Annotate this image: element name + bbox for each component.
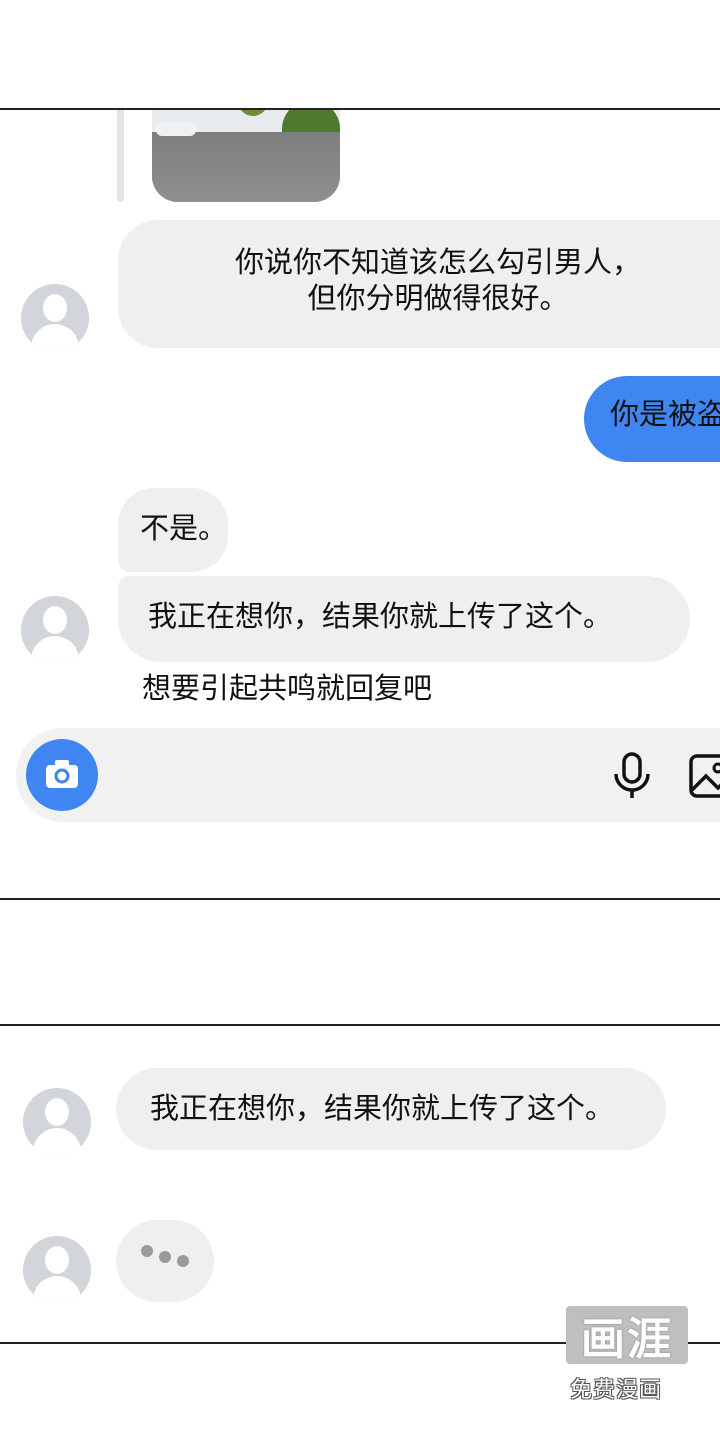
- message-text: 我正在想你，结果你就上传了这个。: [150, 1091, 615, 1125]
- microphone-icon: [614, 752, 650, 798]
- comic-panel-typing: 我正在想你，结果你就上传了这个。 •••: [0, 1024, 720, 1344]
- typing-dot: [141, 1245, 153, 1257]
- contact-avatar[interactable]: [23, 1236, 91, 1304]
- reply-quote-bar: [117, 110, 124, 202]
- message-bubble-incoming[interactable]: 我正在想你，结果你就上传了这个。: [116, 1068, 666, 1150]
- contact-avatar[interactable]: [23, 1088, 91, 1156]
- image-icon: [689, 754, 720, 798]
- comic-panel-chat: 你说你不知道该怎么勾引男人， 但你分明做得很好。 你是被盗 不是。 我正在想你，…: [0, 108, 720, 900]
- typing-dot: [177, 1255, 189, 1267]
- watermark: 画涯 免费漫画: [566, 1306, 692, 1406]
- message-line: 你说你不知道该怎么勾引男人，: [234, 245, 641, 279]
- contact-avatar[interactable]: [21, 284, 89, 352]
- microphone-button[interactable]: [610, 752, 654, 800]
- message-text: 你是被盗: [610, 397, 720, 431]
- watermark-logo: 画涯: [566, 1306, 688, 1365]
- message-text: 不是。: [140, 511, 228, 545]
- shared-photo[interactable]: [152, 110, 340, 202]
- typing-dot: [159, 1251, 171, 1263]
- gallery-button[interactable]: [688, 752, 720, 800]
- message-bubble-outgoing[interactable]: 你是被盗: [584, 376, 720, 462]
- camera-button[interactable]: [26, 739, 98, 811]
- watermark-text: 免费漫画: [570, 1378, 663, 1403]
- message-text: 我正在想你，结果你就上传了这个。: [148, 599, 613, 633]
- typing-indicator: •••: [116, 1220, 214, 1302]
- message-bubble-incoming[interactable]: 我正在想你，结果你就上传了这个。: [118, 576, 690, 662]
- message-line: 但你分明做得很好。: [307, 281, 569, 315]
- camera-icon: [46, 760, 78, 788]
- message-bubble-incoming[interactable]: 不是。: [118, 488, 228, 572]
- reply-hint-text: 想要引起共鸣就回复吧: [142, 671, 433, 705]
- message-bubble-incoming[interactable]: 你说你不知道该怎么勾引男人， 但你分明做得很好。: [118, 220, 720, 348]
- message-composer[interactable]: [16, 728, 720, 822]
- contact-avatar[interactable]: [21, 596, 89, 664]
